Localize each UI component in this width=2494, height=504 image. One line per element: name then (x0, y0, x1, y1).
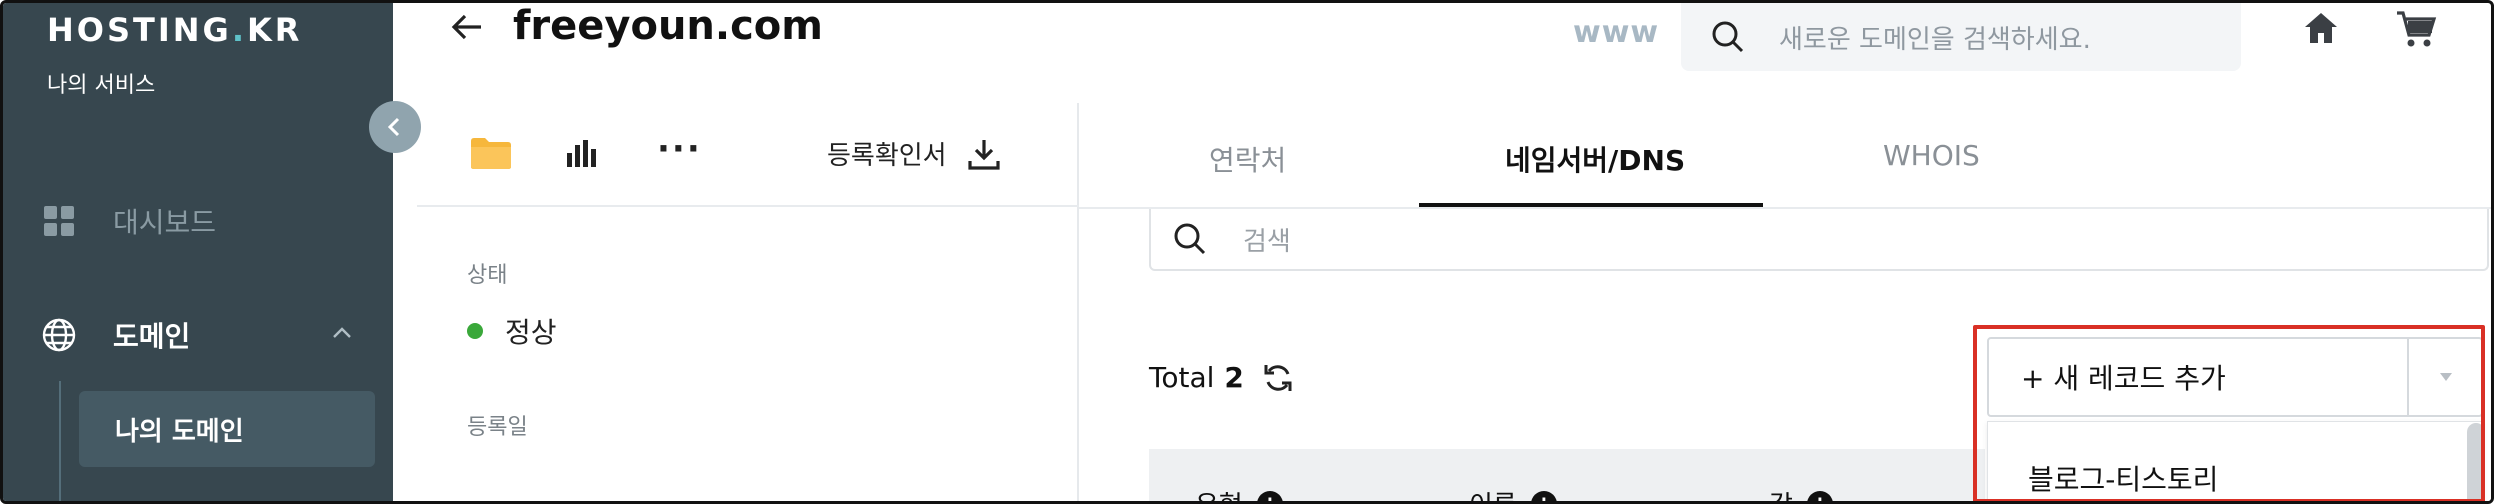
bar-chart-icon[interactable] (565, 137, 599, 173)
chevron-left-icon (387, 117, 400, 137)
www-label: www (1573, 15, 1660, 50)
status-value: 정상 (467, 311, 557, 351)
status-text: 정상 (505, 316, 557, 349)
service-label: 나의 서비스 (47, 73, 156, 98)
record-search-input[interactable]: 검색 (1149, 209, 2489, 271)
sidebar-item-dashboard[interactable]: 대시보드 (41, 201, 216, 241)
logo[interactable]: HOSTING.KR (47, 11, 302, 49)
active-tab-indicator (1419, 203, 1763, 207)
domain-detail-panel: ··· 등록확인서 상태 정상 등록일 (417, 103, 1079, 501)
add-record-dropdown-menu: 블로그-티스토리 (1987, 421, 2483, 501)
dns-panel: 연락처 네임서버/DNS WHOIS 검색 Total 2 유형! 이름! 값!… (1079, 103, 2491, 501)
column-header-value: 값! (1769, 485, 1833, 501)
folder-icon[interactable] (469, 135, 513, 175)
total-label: Total (1149, 361, 1215, 394)
logo-text: HOSTING (47, 11, 232, 49)
tab-contact[interactable]: 연락처 (1209, 139, 1286, 179)
column-type-label: 유형 (1195, 485, 1243, 501)
dropdown-item-blog-tistory[interactable]: 블로그-티스토리 (2028, 458, 2218, 498)
back-button[interactable] (449, 11, 485, 52)
tab-whois[interactable]: WHOIS (1883, 139, 1980, 172)
column-value-label: 값 (1769, 485, 1793, 501)
refresh-icon[interactable] (1262, 362, 1294, 394)
record-search-placeholder: 검색 (1243, 226, 1291, 257)
cart-icon[interactable] (2395, 9, 2437, 53)
sidebar-item-domain[interactable]: 도메인 (41, 315, 351, 355)
column-header-name: 이름! (1469, 485, 1557, 501)
column-header-type: 유형! (1195, 485, 1283, 501)
chevron-up-icon[interactable] (331, 321, 353, 346)
domain-search-placeholder: 새로운 도메인을 검색하세요. (1779, 24, 2091, 55)
logo-dot: . (231, 11, 247, 49)
search-icon (1173, 222, 1207, 256)
sidebar-collapse-button[interactable] (369, 101, 421, 153)
add-record-dropdown-toggle[interactable] (2409, 339, 2483, 415)
certificate-label: 등록확인서 (827, 141, 947, 171)
arrow-left-icon (451, 14, 481, 40)
add-record-button[interactable]: + 새 레코드 추가 (1989, 339, 2407, 415)
record-total: Total 2 (1149, 361, 1294, 394)
globe-icon (41, 317, 77, 353)
records-table-header: 유형! 이름! 값! (1149, 449, 1985, 501)
info-icon[interactable]: ! (1806, 490, 1833, 501)
logo-suffix: KR (246, 11, 303, 49)
registration-certificate-button[interactable]: 등록확인서 (827, 135, 1001, 172)
status-label: 상태 (467, 263, 508, 288)
info-icon[interactable]: ! (1256, 490, 1283, 501)
app-window: HOSTING.KR 나의 서비스 대시보드 도메인 나의 도메인 freeyo… (0, 0, 2494, 504)
sidebar-item-label: 대시보드 (113, 206, 217, 239)
tab-bar: 연락처 네임서버/DNS WHOIS (1079, 103, 2491, 209)
download-icon (968, 139, 1000, 170)
add-record-split-button: + 새 레코드 추가 (1987, 337, 2483, 417)
home-icon[interactable] (2301, 9, 2341, 53)
sidebar-item-label: 도메인 (113, 320, 191, 353)
total-count: 2 (1224, 361, 1244, 394)
more-icon[interactable]: ··· (657, 129, 702, 169)
column-name-label: 이름 (1469, 485, 1517, 501)
info-icon[interactable]: ! (1530, 490, 1557, 501)
sidebar-subitem-my-domain[interactable]: 나의 도메인 (79, 391, 375, 467)
registered-date-label: 등록일 (467, 415, 528, 440)
tab-nameserver-dns[interactable]: 네임서버/DNS (1505, 139, 1685, 179)
caret-down-icon (2440, 373, 2452, 381)
sidebar: HOSTING.KR 나의 서비스 대시보드 도메인 나의 도메인 (3, 3, 393, 501)
scrollbar[interactable] (2467, 423, 2485, 501)
search-icon (1711, 20, 1745, 54)
dashboard-icon (41, 203, 77, 239)
status-dot (467, 323, 483, 339)
domain-search-input[interactable]: 새로운 도메인을 검색하세요. (1681, 3, 2241, 71)
submenu-divider (59, 381, 61, 501)
page-title: freeyoun.com (513, 3, 823, 49)
detail-toolbar: ··· 등록확인서 (417, 103, 1079, 207)
